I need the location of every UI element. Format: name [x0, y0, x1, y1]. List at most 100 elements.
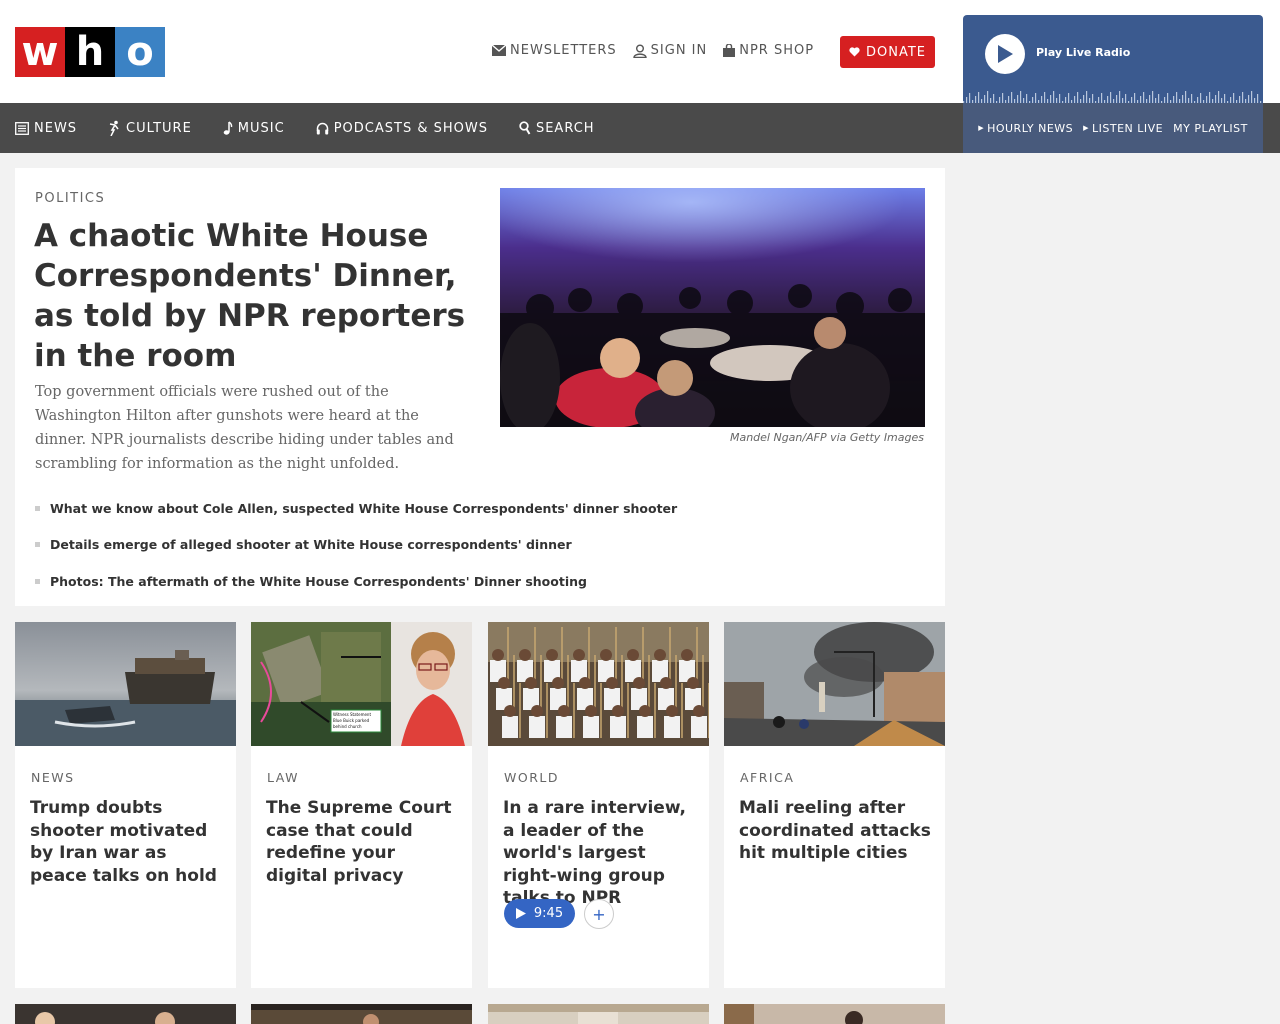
plus-icon: + — [592, 904, 606, 924]
story-card[interactable]: NEWS Trump doubts shooter motivated by I… — [15, 622, 236, 988]
story-card[interactable]: AFRICA Mali reeling after coordinated at… — [724, 622, 945, 988]
search-icon — [519, 121, 531, 135]
nav-label-news: NEWS — [34, 120, 78, 136]
hero-image[interactable] — [500, 188, 925, 427]
bullet-square-icon — [35, 542, 40, 548]
logo-letter-h: h — [65, 27, 115, 77]
nav-label-culture: CULTURE — [126, 120, 192, 136]
play-live-radio-label: Play Live Radio — [1036, 46, 1131, 59]
related-link-label: What we know about Cole Allen, suspected… — [50, 500, 678, 516]
logo-letter-o: o — [115, 27, 165, 77]
marching-group-photo — [488, 622, 709, 746]
play-live-radio-button[interactable] — [985, 34, 1025, 74]
story-card-slug[interactable]: LAW — [267, 770, 299, 785]
hero-slug[interactable]: POLITICS — [35, 191, 105, 206]
nav-item-music[interactable]: MUSIC — [223, 121, 285, 136]
story-card-image[interactable] — [724, 622, 945, 746]
newsletters-label: NEWSLETTERS — [510, 43, 617, 58]
news-icon — [15, 121, 29, 135]
player-links: ▶ HOURLY NEWS ▶ LISTEN LIVE MY PLAYLIST — [963, 103, 1263, 153]
user-icon — [632, 44, 647, 58]
music-icon — [223, 121, 233, 135]
nav-item-search[interactable]: SEARCH — [519, 121, 595, 136]
hourly-news-label: HOURLY NEWS — [987, 121, 1074, 135]
story-card-title[interactable]: The Supreme Court case that could redefi… — [266, 797, 461, 887]
headphones-icon — [316, 122, 328, 134]
story-card-slug[interactable]: AFRICA — [740, 770, 794, 785]
story-card-peek[interactable] — [724, 1004, 945, 1024]
donate-label: DONATE — [865, 44, 926, 60]
hourly-news-link[interactable]: ▶ HOURLY NEWS — [978, 122, 1073, 135]
story-card-title[interactable]: In a rare interview, a leader of the wor… — [503, 797, 698, 910]
audio-duration: 9:45 — [533, 906, 564, 921]
hero-story: POLITICS A chaotic White House Correspon… — [15, 168, 945, 606]
bullet-square-icon — [35, 578, 40, 584]
story-card-image[interactable]: Witness Statement Blue Buick parked behi… — [251, 622, 472, 746]
story-card-slug[interactable]: NEWS — [31, 770, 75, 785]
ship-photo — [15, 622, 236, 746]
caret-right-icon: ▶ — [978, 124, 985, 132]
story-card[interactable]: WORLD In a rare interview, a leader of t… — [488, 622, 709, 988]
donate-button[interactable]: DONATE — [840, 36, 935, 68]
related-link[interactable]: Photos: The aftermath of the White House… — [35, 563, 677, 600]
related-link-label: Details emerge of alleged shooter at Whi… — [50, 537, 572, 553]
bullet-square-icon — [35, 505, 40, 511]
map-label: Witness Statement — [333, 712, 371, 717]
map-and-portrait-photo: Witness Statement Blue Buick parked behi… — [251, 622, 472, 746]
listen-live-link[interactable]: ▶ LISTEN LIVE — [1083, 122, 1163, 135]
caret-right-icon: ▶ — [1083, 124, 1090, 132]
related-links: What we know about Cole Allen, suspected… — [35, 490, 677, 600]
hero-image-credit: Mandel Ngan/AFP via Getty Images — [729, 431, 924, 444]
my-playlist-link[interactable]: MY PLAYLIST — [1173, 122, 1248, 135]
story-card-peek[interactable] — [251, 1004, 472, 1024]
map-label: behind church — [333, 724, 362, 729]
story-card-peek[interactable] — [15, 1004, 236, 1024]
story-card-peek[interactable] — [488, 1004, 709, 1024]
story-card-title[interactable]: Mali reeling after coordinated attacks h… — [739, 797, 934, 865]
story-card-slug[interactable]: WORLD — [504, 770, 559, 785]
audio-waveform — [963, 91, 1262, 103]
nav-item-podcasts[interactable]: PODCASTS & SHOWS — [316, 121, 488, 136]
audio-play-button[interactable]: 9:45 — [504, 899, 575, 928]
hero-teaser: Top government officials were rushed out… — [35, 384, 454, 472]
shop-label: NPR SHOP — [739, 43, 815, 58]
hero-title[interactable]: A chaotic White House Correspondents' Di… — [34, 216, 474, 376]
sign-in-label: SIGN IN — [650, 43, 708, 58]
site-logo[interactable]: w h o — [15, 27, 165, 77]
related-link-label: Photos: The aftermath of the White House… — [50, 573, 587, 589]
story-card-image[interactable] — [488, 622, 709, 746]
story-card[interactable]: Witness Statement Blue Buick parked behi… — [251, 622, 472, 988]
nav-label-music: MUSIC — [237, 120, 285, 136]
nav-label-podcasts: PODCASTS & SHOWS — [333, 120, 488, 136]
nav-item-news[interactable]: NEWS — [15, 121, 77, 136]
logo-letter-w: w — [15, 27, 65, 77]
ballroom-photo — [500, 188, 925, 427]
nav-item-culture[interactable]: CULTURE — [108, 120, 192, 136]
utility-nav: NEWSLETTERS SIGN IN NPR SHOP — [492, 43, 814, 58]
sign-in-link[interactable]: SIGN IN — [632, 43, 708, 58]
story-photo — [35, 1012, 175, 1024]
story-photo — [488, 1004, 709, 1024]
my-playlist-label: MY PLAYLIST — [1173, 121, 1248, 135]
shop-link[interactable]: NPR SHOP — [723, 43, 814, 58]
shopping-bag-icon — [723, 44, 736, 57]
story-photo — [724, 1004, 863, 1024]
culture-icon — [109, 120, 119, 136]
envelope-icon — [492, 45, 506, 56]
related-link[interactable]: What we know about Cole Allen, suspected… — [35, 490, 677, 527]
newsletters-link[interactable]: NEWSLETTERS — [492, 43, 617, 58]
play-icon — [998, 45, 1013, 63]
listen-live-label: LISTEN LIVE — [1092, 121, 1164, 135]
main-nav: NEWS CULTURE MUSIC PODCASTS & SHOWS SEAR… — [15, 103, 595, 153]
play-icon — [515, 908, 526, 919]
live-radio-player: Play Live Radio ▶ HOURLY NEWS ▶ LISTEN L… — [963, 15, 1263, 153]
related-link[interactable]: Details emerge of alleged shooter at Whi… — [35, 527, 677, 564]
story-photo — [251, 1004, 472, 1024]
nav-label-search: SEARCH — [535, 120, 595, 136]
map-label: Blue Buick parked — [333, 718, 370, 723]
story-card-title[interactable]: Trump doubts shooter motivated by Iran w… — [30, 797, 225, 887]
city-street-photo — [724, 622, 945, 746]
add-to-playlist-button[interactable]: + — [584, 899, 614, 929]
story-card-image[interactable] — [15, 622, 236, 746]
heart-icon — [849, 47, 860, 57]
